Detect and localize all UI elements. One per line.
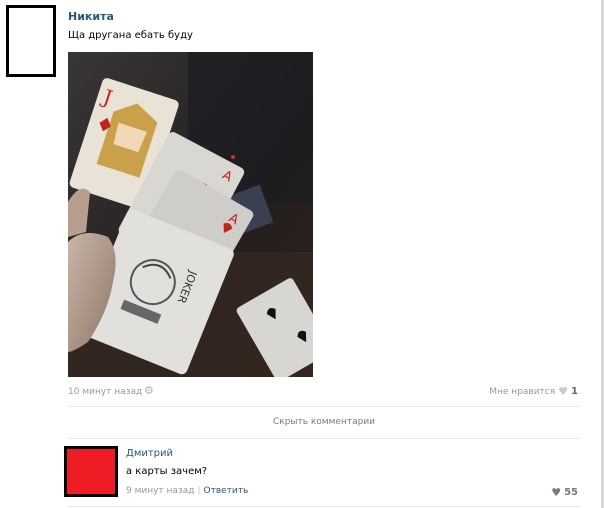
like-count: 1 (571, 386, 578, 397)
comment-like-button[interactable]: ♥ 55 (551, 486, 578, 499)
like-label: Мне нравится (489, 386, 556, 397)
reply-button[interactable]: Ответить (204, 486, 249, 496)
gear-icon[interactable]: ⚙ (144, 385, 154, 397)
meta-separator: | (197, 486, 201, 496)
post-author-avatar[interactable] (6, 5, 56, 77)
divider (68, 438, 580, 439)
hide-comments-link[interactable]: Скрыть комментарии (68, 417, 580, 427)
divider (68, 406, 580, 407)
post-photo[interactable]: J A A JOKER (68, 52, 313, 377)
photo-image: J A A JOKER (68, 52, 313, 377)
comment-timestamp[interactable]: 9 минут назад (126, 486, 194, 496)
post-author-name[interactable]: Никита (68, 10, 114, 23)
comment-author-name[interactable]: Дмитрий (126, 448, 173, 459)
comment-like-count: 55 (564, 487, 578, 498)
comment-text: а карты зачем? (126, 466, 208, 477)
heart-icon: ♥ (551, 486, 562, 499)
heart-icon: ♥ (558, 384, 569, 398)
divider (68, 506, 580, 507)
comment-author-avatar[interactable] (64, 446, 118, 497)
post-like-button[interactable]: Мне нравится ♥ 1 (489, 384, 578, 398)
post-timestamp[interactable]: 10 минут назад (68, 387, 142, 397)
post-text: Ща другана ебать буду (68, 30, 193, 41)
comment-meta: 9 минут назад | Ответить (126, 486, 248, 496)
